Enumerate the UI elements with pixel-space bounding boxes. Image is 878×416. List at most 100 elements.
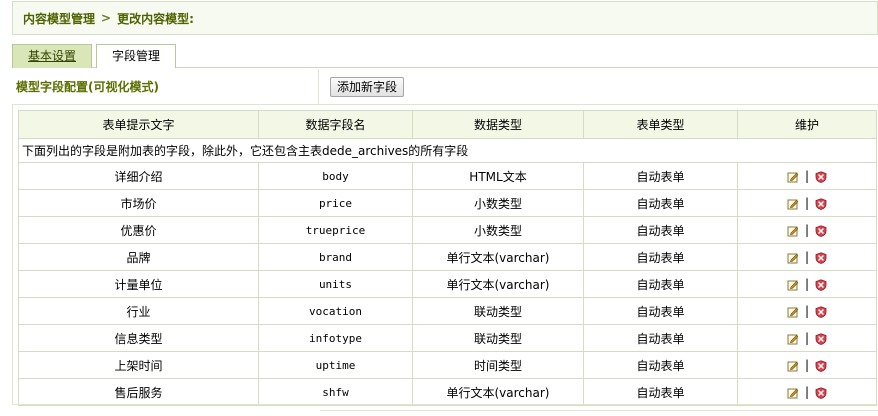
cell-label: 市场价 — [18, 189, 259, 217]
edit-icon[interactable] — [787, 169, 799, 183]
cell-actions: | — [737, 243, 877, 271]
divider — [318, 69, 319, 105]
edit-icon[interactable] — [787, 277, 799, 291]
divider — [12, 105, 13, 405]
cell-actions: | — [737, 162, 877, 190]
cell-label: 详细介绍 — [18, 162, 259, 190]
action-separator: | — [804, 169, 810, 183]
divider — [320, 410, 878, 411]
tab-field-management[interactable]: 字段管理 — [96, 44, 176, 68]
cell-dtype: 联动类型 — [412, 297, 584, 325]
cell-actions: | — [737, 351, 877, 379]
cell-actions: | — [737, 378, 877, 406]
cell-dtype: 小数类型 — [412, 189, 584, 217]
cell-field: brand — [258, 243, 413, 271]
cell-dtype: HTML文本 — [412, 162, 584, 190]
cell-label: 上架时间 — [18, 351, 259, 379]
table-row: 行业 vocation 联动类型 自动表单 | — [18, 297, 877, 325]
cell-ftype: 自动表单 — [583, 351, 738, 379]
edit-icon[interactable] — [787, 223, 799, 237]
cell-field: trueprice — [258, 216, 413, 244]
cell-dtype: 联动类型 — [412, 324, 584, 352]
cell-ftype: 自动表单 — [583, 216, 738, 244]
delete-icon[interactable] — [815, 223, 827, 237]
table-row: 信息类型 infotype 联动类型 自动表单 | — [18, 324, 877, 352]
table-row: 品牌 brand 单行文本(varchar) 自动表单 | — [18, 243, 877, 271]
cell-label: 优惠价 — [18, 216, 259, 244]
cell-field: shfw — [258, 378, 413, 406]
edit-icon[interactable] — [787, 304, 799, 318]
cell-field: units — [258, 270, 413, 298]
cell-label: 品牌 — [18, 243, 259, 271]
action-separator: | — [804, 358, 810, 372]
table-row: 详细介绍 body HTML文本 自动表单 | — [18, 162, 877, 190]
table-row: 优惠价 trueprice 小数类型 自动表单 | — [18, 216, 877, 244]
delete-icon[interactable] — [815, 385, 827, 399]
table-header-row: 表单提示文字 数据字段名 数据类型 表单类型 维护 — [18, 110, 877, 139]
action-separator: | — [804, 223, 810, 237]
cell-label: 行业 — [18, 297, 259, 325]
cell-ftype: 自动表单 — [583, 162, 738, 190]
delete-icon[interactable] — [815, 358, 827, 372]
cell-label: 信息类型 — [18, 324, 259, 352]
cell-ftype: 自动表单 — [583, 243, 738, 271]
header-field: 数据字段名 — [258, 110, 413, 139]
breadcrumb-current: 更改内容模型: — [117, 11, 194, 26]
cell-label: 计量单位 — [18, 270, 259, 298]
field-config-label: 模型字段配置(可视化模式) — [16, 80, 159, 94]
delete-icon[interactable] — [815, 196, 827, 210]
tab-bar: 基本设置 字段管理 — [12, 44, 878, 68]
tab-basic-settings[interactable]: 基本设置 — [12, 44, 92, 68]
edit-icon[interactable] — [787, 385, 799, 399]
cell-actions: | — [737, 216, 877, 244]
header-label: 表单提示文字 — [18, 110, 259, 139]
delete-icon[interactable] — [815, 331, 827, 345]
table-row: 计量单位 units 单行文本(varchar) 自动表单 | — [18, 270, 877, 298]
header-actions: 维护 — [737, 110, 877, 139]
cell-ftype: 自动表单 — [583, 378, 738, 406]
action-separator: | — [804, 250, 810, 264]
cell-dtype: 单行文本(varchar) — [412, 243, 584, 271]
action-separator: | — [804, 331, 810, 345]
cell-ftype: 自动表单 — [583, 324, 738, 352]
cell-dtype: 小数类型 — [412, 216, 584, 244]
table-row: 上架时间 uptime 时间类型 自动表单 | — [18, 351, 877, 379]
add-field-button[interactable]: 添加新字段 — [330, 77, 405, 97]
edit-icon[interactable] — [787, 196, 799, 210]
edit-icon[interactable] — [787, 331, 799, 345]
cell-ftype: 自动表单 — [583, 297, 738, 325]
field-config-row: 模型字段配置(可视化模式) 添加新字段 — [12, 69, 878, 105]
breadcrumb: 内容模型管理 > 更改内容模型: — [12, 1, 878, 35]
cell-dtype: 时间类型 — [412, 351, 584, 379]
edit-icon[interactable] — [787, 250, 799, 264]
cell-ftype: 自动表单 — [583, 189, 738, 217]
delete-icon[interactable] — [815, 277, 827, 291]
table-row: 市场价 price 小数类型 自动表单 | — [18, 189, 877, 217]
edit-icon[interactable] — [787, 358, 799, 372]
cell-actions: | — [737, 297, 877, 325]
cell-field: vocation — [258, 297, 413, 325]
divider — [12, 404, 878, 405]
cell-dtype: 单行文本(varchar) — [412, 270, 584, 298]
delete-icon[interactable] — [815, 169, 827, 183]
cell-field: price — [258, 189, 413, 217]
cell-field: body — [258, 162, 413, 190]
breadcrumb-root[interactable]: 内容模型管理 — [23, 10, 95, 27]
cell-actions: | — [737, 189, 877, 217]
header-ftype: 表单类型 — [583, 110, 738, 139]
note-row: 下面列出的字段是附加表的字段，除此外，它还包含主表dede_archives的所… — [18, 138, 877, 163]
table-note: 下面列出的字段是附加表的字段，除此外，它还包含主表dede_archives的所… — [18, 138, 877, 163]
action-separator: | — [804, 304, 810, 318]
cell-field: infotype — [258, 324, 413, 352]
cell-dtype: 单行文本(varchar) — [412, 378, 584, 406]
delete-icon[interactable] — [815, 304, 827, 318]
action-separator: | — [804, 277, 810, 291]
cell-ftype: 自动表单 — [583, 270, 738, 298]
cell-label: 售后服务 — [18, 378, 259, 406]
action-separator: | — [804, 196, 810, 210]
cell-field: uptime — [258, 351, 413, 379]
fields-table: 表单提示文字 数据字段名 数据类型 表单类型 维护 下面列出的字段是附加表的字段… — [18, 110, 877, 406]
breadcrumb-separator: > — [101, 11, 112, 25]
action-separator: | — [804, 385, 810, 399]
delete-icon[interactable] — [815, 250, 827, 264]
